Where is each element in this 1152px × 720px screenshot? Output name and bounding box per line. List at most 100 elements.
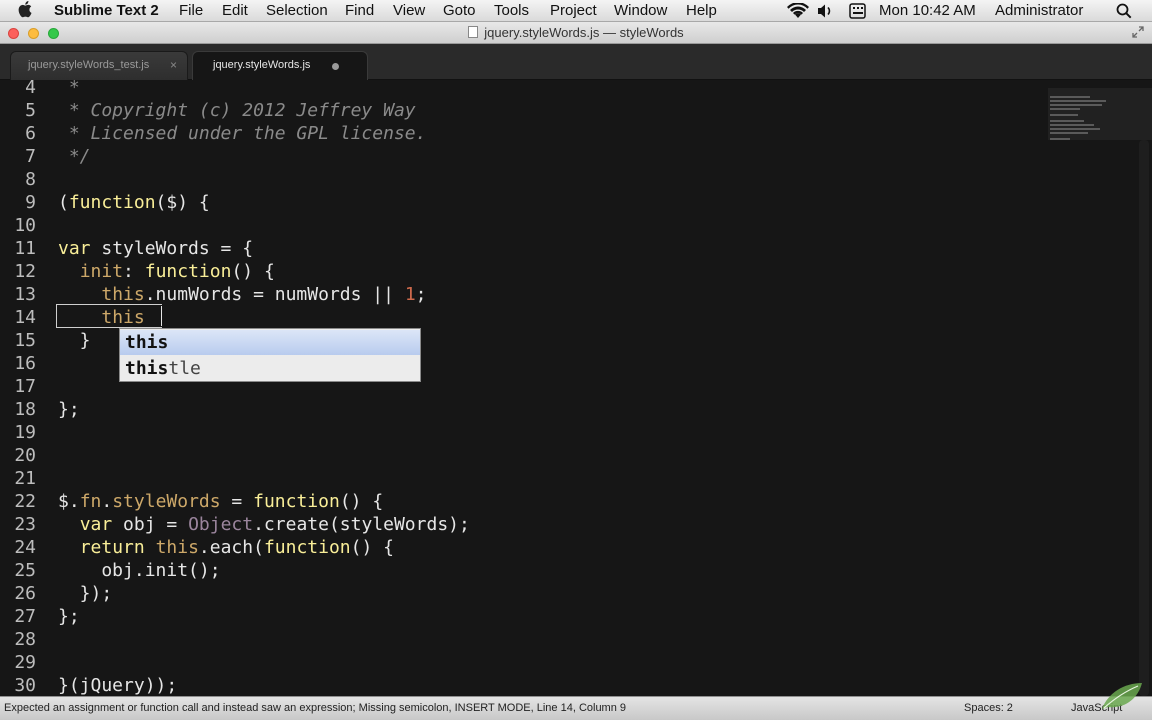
tab-bar: jquery.styleWords_test.js × jquery.style…	[0, 44, 1152, 80]
line-number: 23	[14, 514, 36, 535]
line-number: 29	[14, 652, 36, 673]
code-token: (	[58, 192, 69, 213]
tab-label: jquery.styleWords.js	[213, 59, 311, 71]
menu-window[interactable]: Window	[614, 2, 667, 19]
volume-icon[interactable]	[817, 4, 833, 18]
code-line-7: */	[58, 146, 91, 167]
menu-clock[interactable]: Mon 10:42 AM	[879, 2, 976, 19]
code-line-26: });	[58, 583, 113, 604]
indentation-setting[interactable]: Spaces: 2	[964, 702, 1013, 714]
menu-goto[interactable]: Goto	[443, 2, 476, 19]
line-number: 25	[14, 560, 36, 581]
code-line-23: var obj = Object.create(styleWords);	[58, 514, 470, 535]
code-line-15: }	[58, 330, 91, 351]
line-number: 12	[14, 261, 36, 282]
line-number-gutter: 4 5 6 7 8 9 10 11 12 13 14 15 16 17 18 1…	[0, 80, 44, 696]
code-token: () {	[350, 537, 395, 558]
window-title-text: jquery.styleWords.js — styleWords	[484, 25, 684, 40]
code-token: ;	[415, 284, 427, 305]
line-number: 28	[14, 629, 36, 650]
autocomplete-item[interactable]: this	[120, 330, 420, 355]
line-number: 7	[25, 146, 36, 167]
line-number: 20	[14, 445, 36, 466]
code-token: return	[79, 537, 145, 558]
menu-edit[interactable]: Edit	[222, 2, 248, 19]
fullscreen-icon[interactable]	[1132, 26, 1144, 41]
menu-help[interactable]: Help	[686, 2, 717, 19]
menu-file[interactable]: File	[179, 2, 203, 19]
code-editor[interactable]: 4 5 6 7 8 9 10 11 12 13 14 15 16 17 18 1…	[0, 80, 1152, 696]
code-line-13: this.numWords = numWords || 1;	[58, 284, 427, 305]
autocomplete-match: this	[125, 332, 169, 353]
wifi-icon[interactable]	[787, 3, 809, 19]
code-token: this	[101, 284, 145, 305]
code-token: var	[79, 514, 113, 535]
vertical-scrollbar[interactable]	[1139, 140, 1149, 696]
autocomplete-rest: tle	[168, 358, 201, 379]
code-token: .	[101, 491, 113, 512]
search-icon[interactable]	[1116, 3, 1132, 19]
code-token: fn	[79, 491, 102, 512]
window-title-bar: jquery.styleWords.js — styleWords	[0, 22, 1152, 44]
code-line-24: return this.each(function() {	[58, 537, 394, 558]
code-token: .each(	[198, 537, 264, 558]
menu-app-name[interactable]: Sublime Text 2	[54, 2, 159, 19]
menu-project[interactable]: Project	[550, 2, 597, 19]
tab-main-file[interactable]: jquery.styleWords.js	[192, 51, 368, 80]
menu-bar: Sublime Text 2 File Edit Selection Find …	[0, 0, 1152, 22]
window-title: jquery.styleWords.js — styleWords	[0, 25, 1152, 40]
line-number: 11	[14, 238, 36, 259]
code-token: () {	[339, 491, 384, 512]
line-number: 26	[14, 583, 36, 604]
menu-selection[interactable]: Selection	[266, 2, 328, 19]
code-line-25: obj.init();	[58, 560, 221, 581]
code-token: Object	[188, 514, 254, 535]
autocomplete-popup[interactable]: this thistle	[119, 328, 421, 382]
code-token: styleWords = {	[90, 238, 254, 259]
line-number: 6	[25, 123, 36, 144]
code-token: init	[79, 261, 124, 282]
code-token: var	[58, 238, 91, 259]
line-number: 8	[25, 169, 36, 190]
code-token: () {	[231, 261, 275, 282]
code-line-11: var styleWords = {	[58, 238, 253, 259]
close-icon[interactable]: ×	[170, 58, 177, 72]
code-line-22: $.fn.styleWords = function() {	[58, 491, 383, 512]
autocomplete-item[interactable]: thistle	[120, 356, 420, 381]
status-message: Expected an assignment or function call …	[4, 702, 627, 714]
keyboard-input-icon[interactable]	[849, 3, 866, 19]
tab-label: jquery.styleWords_test.js	[28, 59, 150, 71]
tab-test-file[interactable]: jquery.styleWords_test.js ×	[10, 51, 188, 80]
code-token: function	[253, 491, 340, 512]
menu-tools[interactable]: Tools	[494, 2, 529, 19]
code-token: .numWords = numWords ||	[144, 284, 405, 305]
code-line-18: };	[58, 399, 80, 420]
line-number: 18	[14, 399, 36, 420]
code-line-12: init: function() {	[58, 261, 275, 282]
menu-user[interactable]: Administrator	[995, 2, 1083, 19]
line-number: 24	[14, 537, 36, 558]
line-number: 10	[14, 215, 36, 236]
code-token: .create(styleWords);	[253, 514, 470, 535]
code-line-5: * Copyright (c) 2012 Jeffrey Way	[58, 100, 416, 121]
code-line-6: * Licensed under the GPL license.	[58, 123, 427, 144]
unsaved-dot-icon[interactable]	[332, 63, 339, 70]
apple-icon[interactable]	[18, 0, 34, 23]
minimap[interactable]	[1048, 92, 1138, 148]
line-number: 13	[14, 284, 36, 305]
code-token: this	[101, 307, 145, 328]
code-token: styleWords	[112, 491, 221, 512]
code-line-4: *	[58, 80, 80, 98]
line-number: 16	[14, 353, 36, 374]
menu-view[interactable]: View	[393, 2, 425, 19]
line-number: 19	[14, 422, 36, 443]
code-token: 1	[404, 284, 416, 305]
menu-find[interactable]: Find	[345, 2, 374, 19]
code-line-14: this	[58, 307, 145, 328]
line-number: 21	[14, 468, 36, 489]
